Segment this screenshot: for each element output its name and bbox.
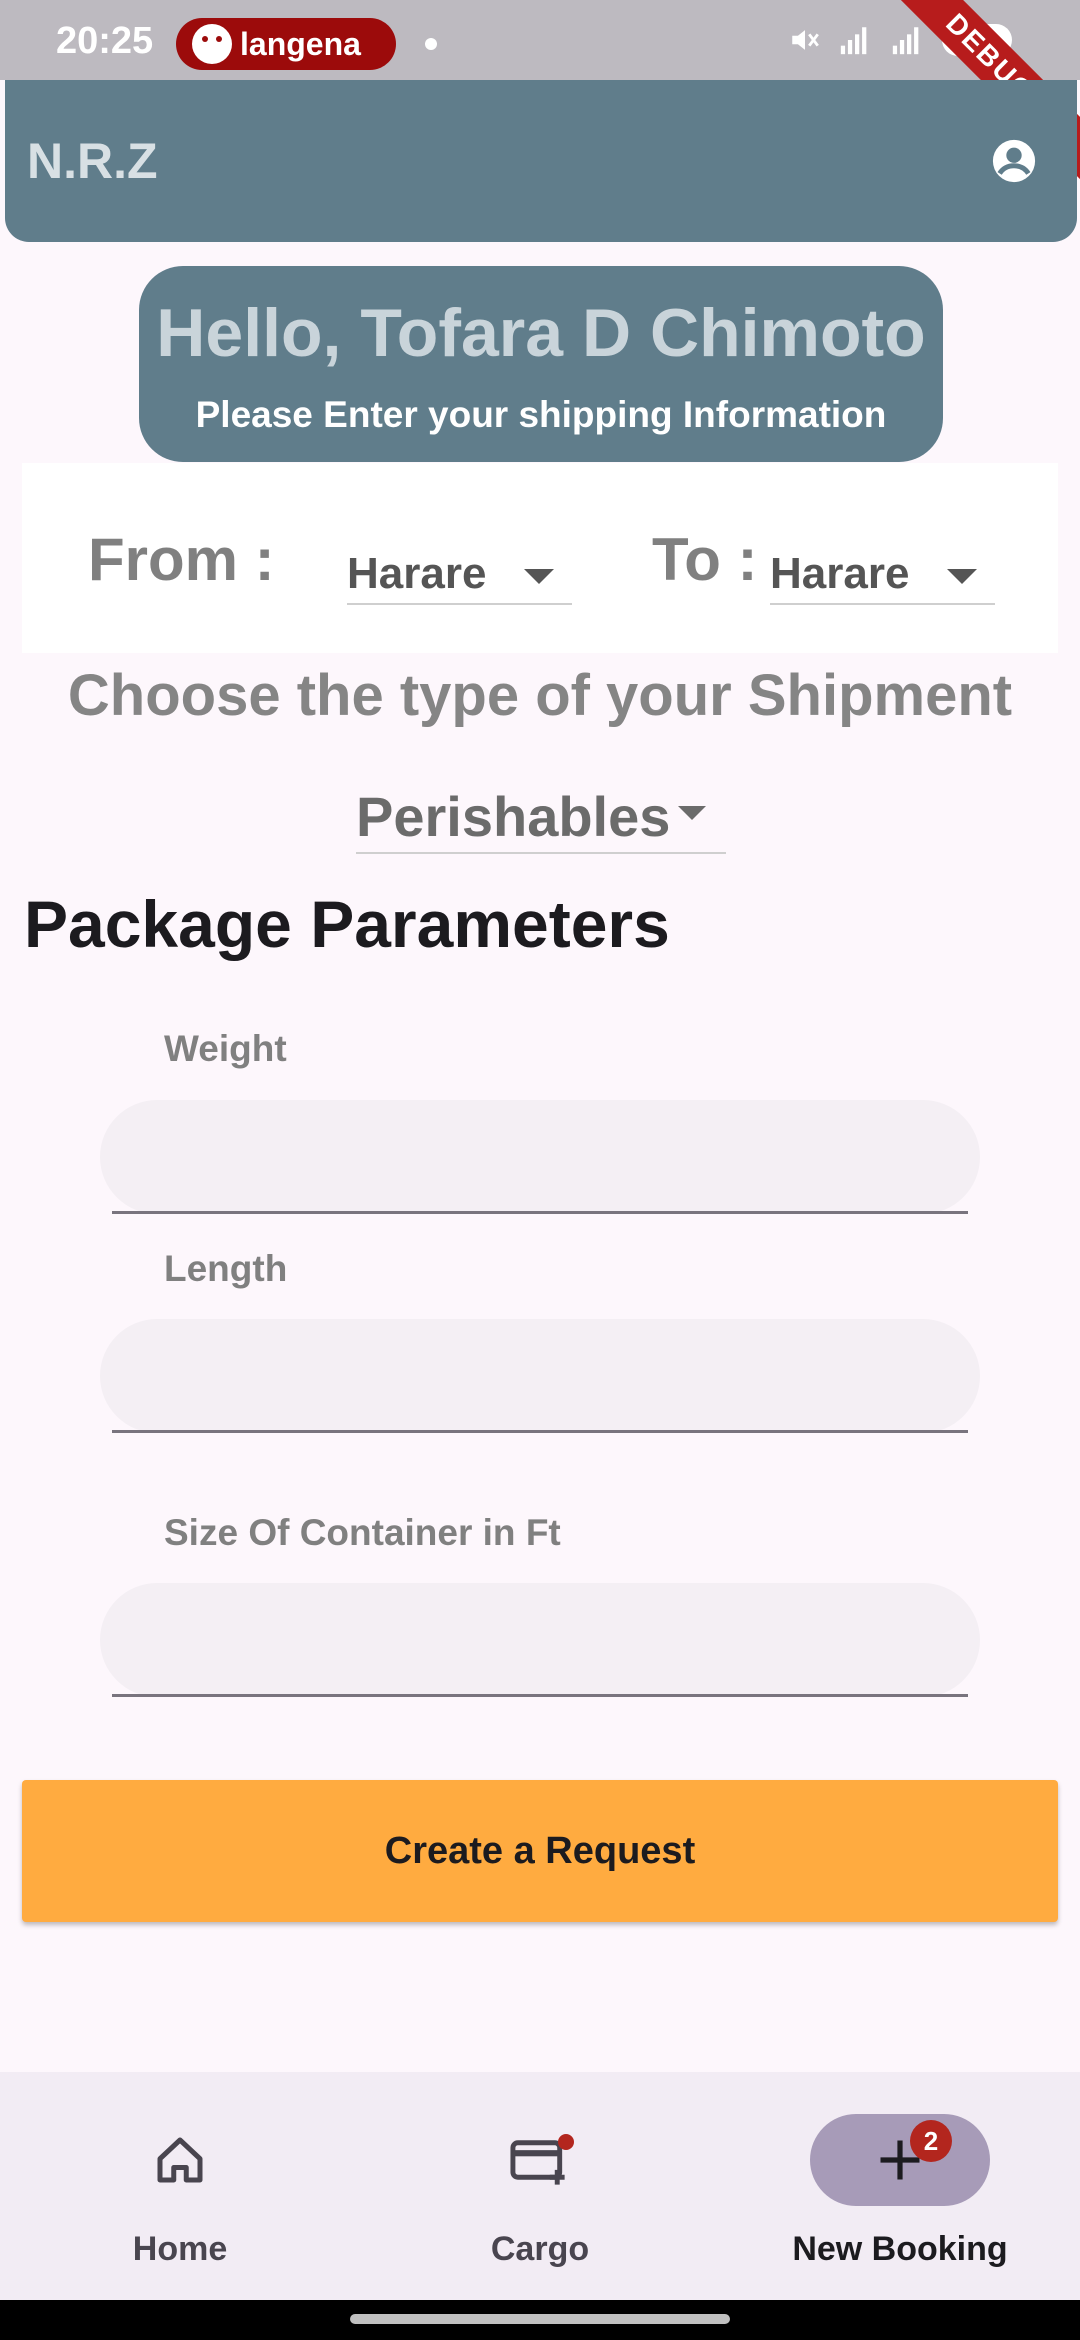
weight-field[interactable]	[100, 1100, 980, 1214]
gesture-bar	[0, 2300, 1080, 2340]
gesture-handle[interactable]	[350, 2314, 730, 2324]
container-size-field[interactable]	[100, 1583, 980, 1697]
home-icon	[157, 2137, 203, 2183]
dropdown-arrow-icon	[524, 569, 554, 584]
greeting-subtitle: Please Enter your shipping Information	[195, 394, 887, 435]
route-selector: From : Harare To : Harare	[22, 463, 1058, 653]
length-field[interactable]	[100, 1319, 980, 1433]
to-dropdown-value: Harare	[770, 549, 910, 598]
notification-dot-icon	[425, 38, 437, 50]
length-label: Length	[164, 1248, 288, 1289]
greeting-card: Hello, Tofara D Chimoto Please Enter you…	[139, 266, 943, 462]
app-notification-icon	[192, 24, 232, 64]
container-size-underline	[112, 1694, 968, 1697]
bottom-navigation: Home Cargo 2 New Booking	[0, 2072, 1080, 2300]
greeting-title: Hello, Tofara D Chimoto	[156, 295, 926, 371]
nav-icon-container	[90, 2114, 270, 2206]
weight-underline	[112, 1211, 968, 1214]
shipment-type-title: Choose the type of your Shipment	[67, 663, 1013, 728]
dropdown-arrow-icon	[947, 569, 977, 584]
package-parameters-title: Package Parameters	[24, 887, 670, 961]
nav-active-indicator: 2	[810, 2114, 990, 2206]
app-title: N.R.Z	[27, 133, 158, 189]
weight-input[interactable]	[140, 1100, 940, 1214]
nav-item-new-booking[interactable]: 2 New Booking	[720, 2072, 1080, 2300]
weight-label: Weight	[164, 1028, 287, 1069]
notification-app-name: langena	[240, 25, 361, 62]
shipment-type-dropdown[interactable]: Perishables	[356, 772, 726, 854]
length-input[interactable]	[140, 1319, 940, 1433]
dropdown-arrow-icon	[678, 806, 706, 820]
app-bar: N.R.Z	[5, 80, 1077, 242]
nav-item-home[interactable]: Home	[0, 2072, 360, 2300]
container-size-label: Size Of Container in Ft	[164, 1512, 561, 1553]
mute-icon	[792, 30, 819, 50]
nav-icon-container	[450, 2114, 630, 2206]
from-label: From :	[88, 526, 275, 593]
status-bar: 20:25 langena DEBUG	[0, 0, 1080, 180]
to-dropdown[interactable]: Harare	[770, 535, 995, 605]
nav-label-new-booking: New Booking	[792, 2230, 1008, 2268]
container-size-input[interactable]	[140, 1583, 940, 1697]
from-dropdown-value: Harare	[347, 549, 487, 598]
account-circle-icon[interactable]	[991, 138, 1037, 184]
signal-icon	[840, 27, 867, 55]
status-time: 20:25	[56, 20, 154, 62]
nav-item-cargo[interactable]: Cargo	[360, 2072, 720, 2300]
nav-label-cargo: Cargo	[490, 2230, 590, 2268]
shipment-type-value: Perishables	[356, 785, 671, 848]
cargo-notification-dot	[558, 2134, 574, 2150]
length-underline	[112, 1430, 968, 1433]
create-request-button[interactable]: Create a Request	[22, 1780, 1058, 1922]
nav-label-home: Home	[132, 2230, 228, 2268]
from-dropdown[interactable]: Harare	[347, 535, 572, 605]
signal-icon-2	[892, 27, 919, 55]
to-label: To :	[652, 526, 758, 593]
new-booking-badge: 2	[910, 2120, 952, 2162]
notification-pill[interactable]: langena	[176, 18, 396, 70]
